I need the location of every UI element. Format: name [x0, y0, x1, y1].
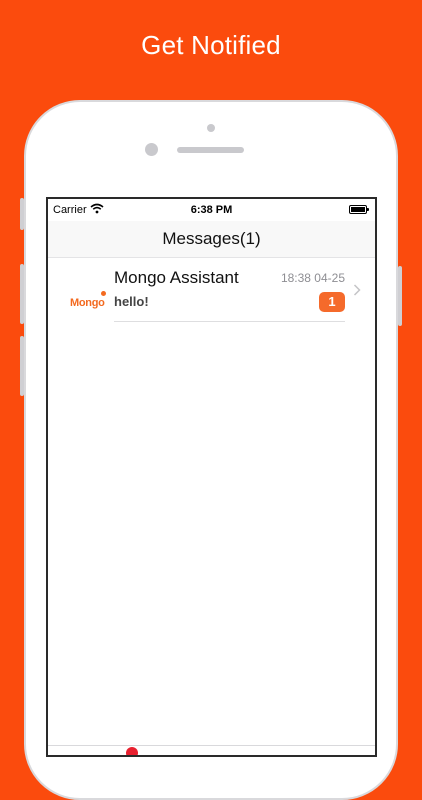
avatar: Mongo: [62, 272, 106, 309]
unread-badge: 1: [319, 292, 345, 312]
message-preview: hello!: [114, 294, 149, 309]
logo-dot: [101, 291, 106, 296]
proximity-sensor: [207, 124, 215, 132]
sender-name: Mongo Assistant: [114, 268, 239, 287]
page-title: Messages(1): [162, 229, 261, 248]
earpiece-speaker: [177, 147, 244, 153]
message-timestamp: 18:38 04-25: [280, 271, 345, 285]
headline: Get Notified: [141, 30, 281, 60]
status-bar: Carrier 6:38 PM: [48, 199, 375, 221]
status-time: 6:38 PM: [190, 204, 233, 216]
chevron-right-icon: [353, 284, 361, 296]
power-button: [398, 266, 402, 326]
tab-bar: [48, 745, 375, 755]
message-row[interactable]: Mongo Mongo Assistant 18:38 04-25 hello!…: [48, 258, 375, 322]
front-camera: [145, 143, 158, 156]
navigation-bar: Messages(1): [48, 221, 375, 258]
tab-badge-dot: [126, 747, 138, 755]
battery-icon: [349, 205, 369, 214]
mongo-logo: Mongo: [70, 297, 105, 309]
app-screen: Carrier 6:38 PM Messages(1) Mongo Mongo …: [46, 197, 377, 757]
row-divider: [114, 321, 345, 322]
